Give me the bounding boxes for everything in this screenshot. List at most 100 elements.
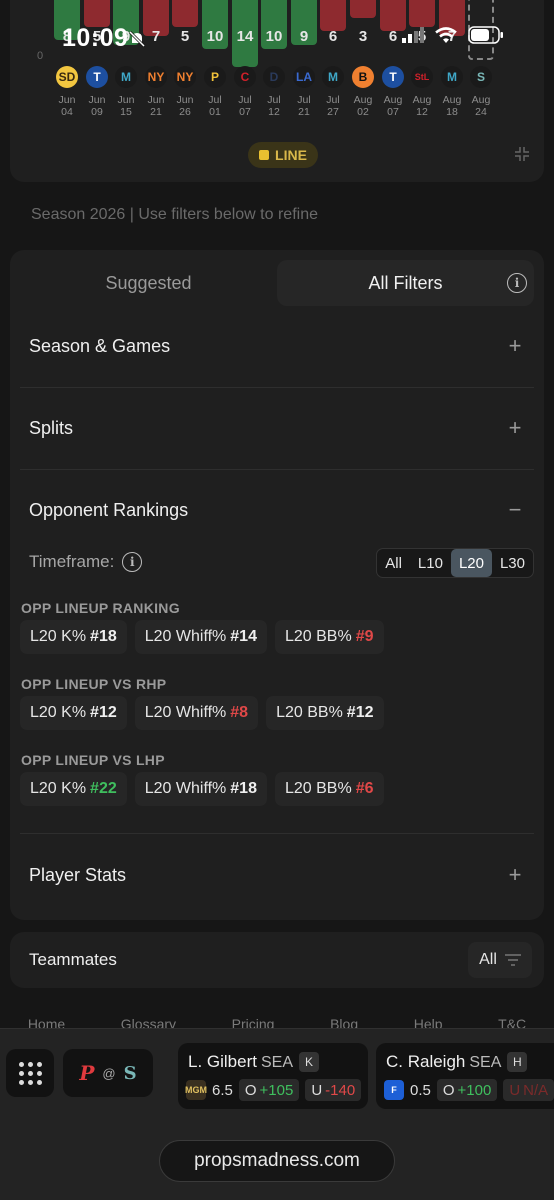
teammates-label: Teammates bbox=[29, 950, 117, 969]
timeframe-info-icon[interactable]: i bbox=[122, 552, 143, 572]
prop-team: SEA bbox=[260, 1054, 293, 1071]
ranking-chip-label: L20 Whiff% bbox=[144, 780, 227, 797]
over-label: O bbox=[244, 1081, 257, 1099]
ranking-chip-rank: #18 bbox=[230, 780, 257, 797]
timeframe-option-l30[interactable]: L30 bbox=[492, 549, 533, 577]
section-splits[interactable]: Splits + bbox=[29, 403, 525, 453]
grid-dot bbox=[36, 1061, 42, 1067]
game-date-label: Aug 12 bbox=[412, 94, 432, 118]
under-odds-value: -140 bbox=[325, 1081, 356, 1099]
game-date-label: Aug 24 bbox=[471, 94, 491, 118]
grid-dot bbox=[27, 1070, 33, 1076]
over-label: O bbox=[442, 1081, 455, 1099]
filters-panel: Suggested All Filters i Season & Games +… bbox=[10, 250, 544, 920]
game-date-label: Jul 01 bbox=[208, 94, 222, 118]
ranking-group-title: OPP LINEUP VS LHP bbox=[21, 752, 165, 768]
game-date-label: Aug 02 bbox=[353, 94, 373, 118]
prop-card-raleigh[interactable]: C. Raleigh SEA H F 0.5 O +100 U N/A bbox=[376, 1043, 554, 1109]
divider bbox=[20, 833, 534, 834]
status-icons bbox=[402, 26, 504, 44]
collapse-icon: − bbox=[508, 497, 522, 522]
ranking-chip-rank: #22 bbox=[90, 780, 117, 797]
expand-icon: + bbox=[508, 415, 522, 440]
section-season-games[interactable]: Season & Games + bbox=[29, 321, 525, 371]
filter-tabs: Suggested All Filters bbox=[20, 260, 534, 306]
ranking-group-title: OPP LINEUP RANKING bbox=[21, 600, 180, 616]
ranking-chip[interactable]: L20 Whiff% #14 bbox=[134, 620, 267, 654]
over-odds[interactable]: O +105 bbox=[238, 1079, 300, 1101]
team-logo-icon: NY bbox=[174, 66, 196, 88]
game-date-label: Jul 27 bbox=[326, 94, 340, 118]
status-time: 10:09 bbox=[62, 24, 129, 52]
line-legend-swatch bbox=[259, 150, 270, 160]
timeframe-option-all[interactable]: All bbox=[377, 549, 410, 577]
timeframe-label: Timeframe: i bbox=[29, 552, 143, 572]
grid-dot bbox=[18, 1061, 24, 1067]
prop-card-gilbert[interactable]: L. Gilbert SEA K MGM 6.5 O +105 U -140 bbox=[178, 1043, 368, 1109]
team-logo-icon: SD bbox=[56, 66, 78, 88]
ranking-chip[interactable]: L20 BB% #12 bbox=[266, 696, 384, 730]
phillies-logo-icon: P bbox=[79, 1061, 95, 1085]
ranking-chip-label: L20 BB% bbox=[284, 628, 352, 645]
ranking-chip-rank: #18 bbox=[90, 628, 117, 645]
team-logo-icon: M bbox=[322, 66, 344, 88]
game-bar[interactable] bbox=[84, 0, 110, 27]
tab-all-filters[interactable]: All Filters bbox=[277, 260, 534, 306]
ranking-chip[interactable]: L20 Whiff% #18 bbox=[134, 772, 267, 806]
team-logo-icon: B bbox=[352, 66, 374, 88]
line-legend-toggle[interactable]: LINE bbox=[248, 142, 318, 168]
grid-dot bbox=[27, 1079, 33, 1085]
ranking-chip[interactable]: L20 Whiff% #8 bbox=[134, 696, 259, 730]
apps-grid-button[interactable] bbox=[6, 1049, 54, 1097]
prop-line-row: F 0.5 O +100 U N/A bbox=[384, 1079, 554, 1101]
collapse-icon[interactable] bbox=[514, 146, 530, 162]
prop-type-badge: K bbox=[299, 1052, 319, 1072]
timeframe-option-l10[interactable]: L10 bbox=[410, 549, 451, 577]
bar-value-label: 5 bbox=[180, 28, 190, 45]
game-bar[interactable] bbox=[320, 0, 346, 31]
ranking-chip[interactable]: L20 BB% #9 bbox=[274, 620, 384, 654]
ranking-chip[interactable]: L20 BB% #6 bbox=[274, 772, 384, 806]
under-odds-value: N/A bbox=[523, 1081, 549, 1099]
over-odds[interactable]: O +100 bbox=[436, 1079, 498, 1101]
ranking-chip[interactable]: L20 K% #12 bbox=[20, 696, 127, 730]
ranking-chip-label: L20 K% bbox=[30, 704, 87, 721]
game-date-label: Jun 09 bbox=[88, 94, 106, 118]
game-bar[interactable] bbox=[409, 0, 435, 27]
bar-value-label: 3 bbox=[358, 28, 368, 45]
info-icon[interactable]: i bbox=[507, 273, 527, 293]
ranking-chip-label: L20 BB% bbox=[276, 704, 343, 721]
bar-value-label: 10 bbox=[265, 28, 283, 45]
section-season-games-label: Season & Games bbox=[29, 335, 171, 356]
ranking-chip-label: L20 K% bbox=[30, 780, 87, 797]
matchup-button[interactable]: P @ S bbox=[63, 1049, 153, 1097]
under-odds[interactable]: U -140 bbox=[305, 1079, 362, 1101]
prop-player: L. Gilbert SEA K bbox=[188, 1052, 319, 1072]
game-bar[interactable] bbox=[350, 0, 376, 18]
game-bar[interactable] bbox=[172, 0, 198, 27]
over-odds-value: +100 bbox=[457, 1081, 492, 1099]
expand-icon: + bbox=[508, 333, 522, 358]
silent-bell-icon bbox=[128, 30, 146, 48]
ranking-chip-rank: #14 bbox=[230, 628, 257, 645]
wifi-icon bbox=[435, 27, 457, 43]
prop-player-name: C. Raleigh bbox=[386, 1052, 466, 1071]
team-logo-icon: M bbox=[441, 66, 463, 88]
url-bar[interactable]: propsmadness.com bbox=[159, 1140, 395, 1182]
sportsbook-logo-icon: MGM bbox=[185, 1080, 207, 1100]
under-odds[interactable]: U N/A bbox=[503, 1079, 554, 1101]
y-axis-zero-label: 0 bbox=[37, 50, 44, 62]
section-player-stats[interactable]: Player Stats + bbox=[29, 850, 525, 900]
ranking-chip[interactable]: L20 K% #22 bbox=[20, 772, 127, 806]
game-date-label: Jul 12 bbox=[267, 94, 281, 118]
tab-suggested[interactable]: Suggested bbox=[20, 260, 277, 306]
ranking-chip-label: L20 K% bbox=[30, 628, 87, 645]
ranking-chip[interactable]: L20 K% #18 bbox=[20, 620, 127, 654]
game-date-label: Jun 15 bbox=[117, 94, 135, 118]
timeframe-option-l20[interactable]: L20 bbox=[450, 549, 492, 577]
section-opponent-rankings[interactable]: Opponent Rankings − bbox=[29, 485, 525, 535]
team-logo-icon: T bbox=[382, 66, 404, 88]
teammates-filter-button[interactable]: All bbox=[468, 942, 532, 978]
prop-type-badge: H bbox=[507, 1052, 528, 1072]
divider bbox=[20, 387, 534, 388]
